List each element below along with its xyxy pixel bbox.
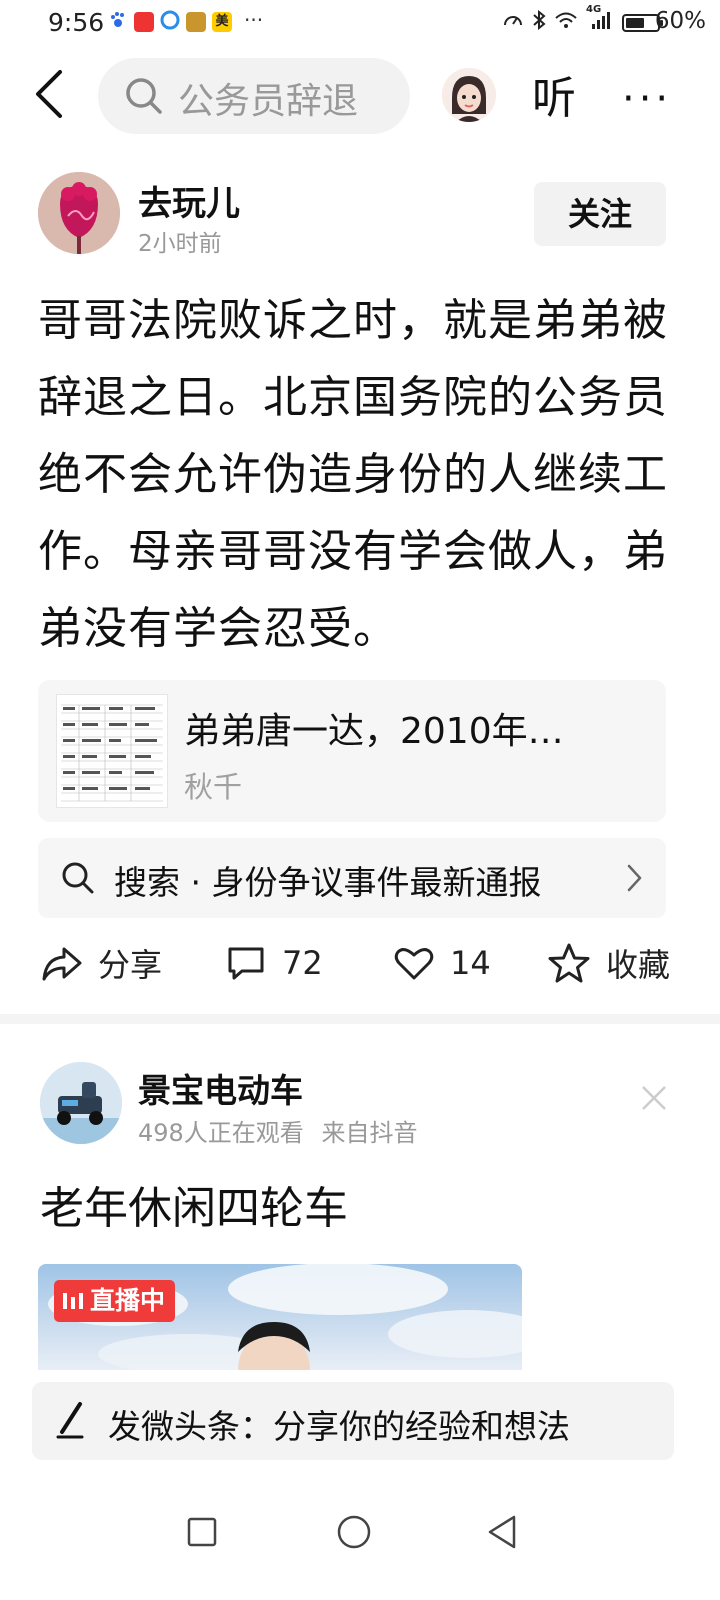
follow-button[interactable]: 关注 bbox=[534, 182, 666, 246]
author-avatar[interactable] bbox=[38, 172, 120, 254]
like-count: 14 bbox=[450, 944, 491, 982]
live-bars-icon bbox=[63, 1293, 83, 1309]
related-search-text: 搜索 · 身份争议事件最新通报 bbox=[114, 863, 542, 902]
status-more-dots: ··· bbox=[244, 8, 264, 32]
quoted-article-card[interactable]: 弟弟唐一达，2010年… 秋千 bbox=[38, 680, 666, 822]
compose-bar[interactable]: 发微头条：分享你的经验和想法 bbox=[32, 1382, 674, 1460]
second-post-title[interactable]: 老年休闲四轮车 bbox=[40, 1172, 348, 1236]
comment-button[interactable]: 72 bbox=[224, 938, 323, 988]
battery-percent: 60% bbox=[654, 8, 706, 34]
app-red-icon bbox=[134, 12, 154, 32]
listen-button[interactable]: 听 bbox=[532, 62, 576, 126]
recent-apps-button[interactable] bbox=[186, 1516, 218, 1552]
status-bar: 9:56 美 ··· 4G 60% bbox=[0, 0, 720, 44]
network-type: 4G bbox=[586, 4, 602, 15]
share-icon bbox=[42, 947, 82, 981]
related-search-bar[interactable]: 搜索 · 身份争议事件最新通报 bbox=[38, 838, 666, 918]
square-icon bbox=[187, 1517, 217, 1547]
girl-avatar-icon bbox=[442, 68, 496, 122]
circle-icon bbox=[337, 1515, 371, 1549]
scooter-avatar-icon bbox=[40, 1062, 122, 1144]
favorite-button[interactable]: 收藏 bbox=[546, 938, 670, 988]
compose-placeholder: 发微头条：分享你的经验和想法 bbox=[108, 1407, 570, 1446]
flower-avatar-icon bbox=[38, 172, 120, 254]
post-content: 哥哥法院败诉之时，就是弟弟被辞退之日。北京国务院的公务员绝不会允许伪造身份的人继… bbox=[38, 295, 668, 654]
search-icon bbox=[60, 860, 96, 900]
wifi-icon bbox=[554, 10, 578, 35]
chevron-left-icon bbox=[36, 70, 62, 118]
search-query: 公务员辞退 bbox=[178, 81, 359, 122]
live-label: 直播中 bbox=[90, 1286, 166, 1315]
bluetooth-icon bbox=[532, 9, 546, 35]
system-back-button[interactable] bbox=[486, 1514, 518, 1554]
dismiss-button[interactable] bbox=[640, 1084, 668, 1116]
system-nav-bar bbox=[0, 1488, 720, 1600]
back-button[interactable] bbox=[30, 64, 70, 124]
more-options-button[interactable]: ··· bbox=[622, 76, 672, 122]
signal-icon: 4G bbox=[586, 4, 614, 35]
author-name[interactable]: 去玩儿 bbox=[138, 176, 240, 225]
heart-icon bbox=[394, 948, 434, 980]
search-icon bbox=[124, 76, 164, 120]
share-button[interactable]: 分享 bbox=[40, 938, 162, 988]
post-source: 来自抖音 bbox=[321, 1119, 418, 1147]
like-button[interactable]: 14 bbox=[392, 938, 491, 988]
article-source: 秋千 bbox=[184, 770, 243, 804]
article-thumbnail bbox=[56, 694, 168, 808]
live-badge: 直播中 bbox=[54, 1280, 176, 1322]
second-author-avatar[interactable] bbox=[40, 1062, 122, 1144]
assistant-avatar[interactable] bbox=[442, 68, 496, 122]
feed-divider bbox=[0, 1014, 720, 1024]
live-video-preview[interactable]: 直播中 bbox=[38, 1264, 522, 1370]
star-icon bbox=[548, 943, 590, 983]
triangle-back-icon bbox=[488, 1515, 516, 1549]
app-gold-icon bbox=[186, 12, 206, 32]
home-button[interactable] bbox=[336, 1514, 372, 1554]
pen-icon bbox=[54, 1400, 88, 1444]
chevron-right-icon bbox=[624, 862, 644, 898]
article-title: 弟弟唐一达，2010年… bbox=[184, 711, 564, 752]
post-time: 2小时前 bbox=[138, 231, 222, 257]
browser-icon bbox=[160, 10, 180, 34]
status-app-icons: 美 bbox=[108, 10, 232, 34]
speed-icon bbox=[502, 10, 524, 35]
second-author-name[interactable]: 景宝电动车 bbox=[138, 1064, 303, 1112]
close-icon bbox=[642, 1086, 666, 1110]
status-time: 9:56 bbox=[48, 8, 105, 37]
meituan-icon: 美 bbox=[212, 12, 232, 32]
second-post-meta: 498人正在观看 来自抖音 bbox=[138, 1113, 417, 1148]
comment-icon bbox=[228, 947, 264, 980]
search-bar[interactable]: 公务员辞退 bbox=[98, 58, 410, 134]
comment-count: 72 bbox=[282, 944, 323, 982]
watching-count: 498人正在观看 bbox=[138, 1119, 304, 1147]
paw-icon bbox=[108, 10, 128, 34]
share-label: 分享 bbox=[98, 946, 163, 984]
status-indicators: 4G bbox=[502, 4, 663, 35]
favorite-label: 收藏 bbox=[606, 946, 671, 984]
